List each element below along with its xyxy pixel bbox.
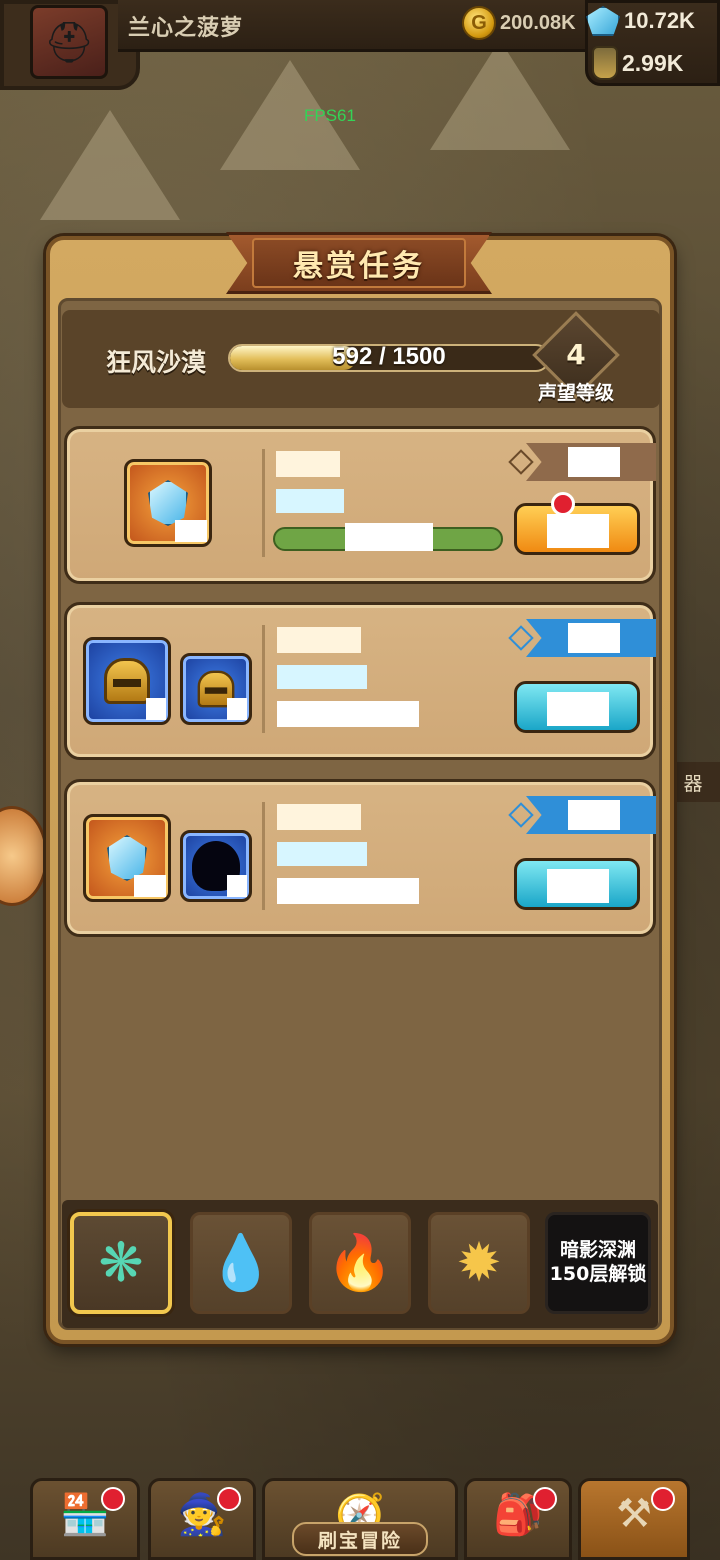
task-card (64, 779, 656, 937)
reward-slot[interactable] (180, 830, 252, 902)
task-name (276, 451, 340, 477)
hammer-icon: ⚒ (616, 1491, 652, 1537)
gem-counter[interactable]: 10.72K (586, 6, 695, 36)
task-status-tag (508, 443, 656, 481)
gem-icon (586, 6, 620, 36)
task-description (277, 665, 367, 689)
right-side-widget[interactable]: 器 (666, 762, 720, 802)
card-divider (262, 802, 265, 910)
notification-badge (533, 1487, 557, 1511)
task-claim-button[interactable] (514, 503, 640, 555)
abyss-title: 暗影深渊 (559, 1239, 636, 1262)
gold-amount: 200.08K (500, 11, 576, 34)
tag-diamond-icon (508, 449, 534, 475)
tag-text (568, 800, 620, 830)
water-icon: 💧 (207, 1231, 275, 1294)
button-text (547, 869, 609, 903)
panel-title: 悬赏任务 (293, 249, 425, 284)
potion-counter[interactable]: 2.99K (592, 46, 683, 80)
tag-text (568, 447, 620, 477)
nav-shop[interactable]: 🏪 (30, 1478, 140, 1560)
task-status-tag (508, 619, 656, 657)
gold-coin-icon: G (462, 6, 496, 40)
gem-amount: 10.72K (624, 8, 695, 33)
notification-badge (551, 492, 575, 516)
nav-forge[interactable]: ⚒ (578, 1478, 690, 1560)
right-widget-label: 器 (683, 772, 703, 795)
notification-badge (101, 1487, 125, 1511)
nav-hero[interactable]: 🧙 (148, 1478, 256, 1560)
player-name: 兰心之菠萝 (128, 16, 244, 41)
task-description (276, 489, 344, 513)
abyss-unlock-text: 150层解锁 (549, 1263, 647, 1285)
tab-light[interactable]: ✹ (428, 1212, 530, 1314)
reputation-progress-text: 592 / 1500 (332, 343, 446, 370)
sun-icon: ✹ (456, 1231, 502, 1294)
gold-counter[interactable]: G 200.08K (462, 6, 576, 40)
reward-quantity (175, 520, 207, 542)
map-mountain (40, 110, 180, 220)
reward-quantity (134, 875, 166, 897)
top-bar: ⛑ 兰心之菠萝 G 200.08K 10.72K 2.99K (0, 0, 720, 92)
reputation-level-label: 声望等级 (537, 382, 614, 404)
region-name: 狂风沙漠 (106, 348, 207, 377)
reputation-level: 4 (566, 338, 586, 371)
task-card (64, 602, 656, 760)
potion-icon (592, 46, 618, 80)
panel-title-banner: 悬赏任务 (226, 232, 492, 294)
notification-badge (651, 1487, 675, 1511)
tag-diamond-icon (508, 802, 534, 828)
button-text (547, 692, 609, 726)
tag-diamond-icon (508, 625, 534, 651)
reward-quantity (146, 698, 166, 720)
task-progress-text (345, 523, 433, 551)
potion-amount: 2.99K (622, 49, 684, 76)
avatar[interactable]: ⛑ (30, 5, 108, 79)
task-go-button[interactable] (514, 681, 640, 733)
task-requirement (277, 701, 419, 727)
task-go-button[interactable] (514, 858, 640, 910)
reward-slot[interactable] (124, 459, 212, 547)
card-divider (262, 449, 265, 557)
fps-counter: FPS61 (304, 106, 356, 125)
tab-water[interactable]: 💧 (190, 1212, 292, 1314)
nav-adventure-label: 刷宝冒险 (292, 1522, 428, 1556)
tab-fire[interactable]: 🔥 (309, 1212, 411, 1314)
reward-slot[interactable] (83, 637, 171, 725)
tab-shadow-abyss-locked[interactable]: 暗影深渊 150层解锁 (545, 1212, 651, 1314)
card-divider (262, 625, 265, 733)
reward-quantity (227, 698, 247, 720)
fire-icon: 🔥 (326, 1231, 394, 1294)
tag-text (568, 623, 620, 653)
wind-icon: ❋ (98, 1231, 144, 1294)
button-text (547, 514, 609, 548)
notification-badge (217, 1487, 241, 1511)
reward-slot[interactable] (180, 653, 252, 725)
task-name (277, 627, 361, 653)
nav-bag[interactable]: 🎒 (464, 1478, 572, 1560)
reward-quantity (227, 875, 247, 897)
tab-wind[interactable]: ❋ (70, 1212, 172, 1314)
task-requirement (277, 878, 419, 904)
task-name (277, 804, 361, 830)
task-status-tag (508, 796, 656, 834)
reward-slot[interactable] (83, 814, 171, 902)
helmet-icon (104, 658, 150, 704)
task-description (277, 842, 367, 866)
